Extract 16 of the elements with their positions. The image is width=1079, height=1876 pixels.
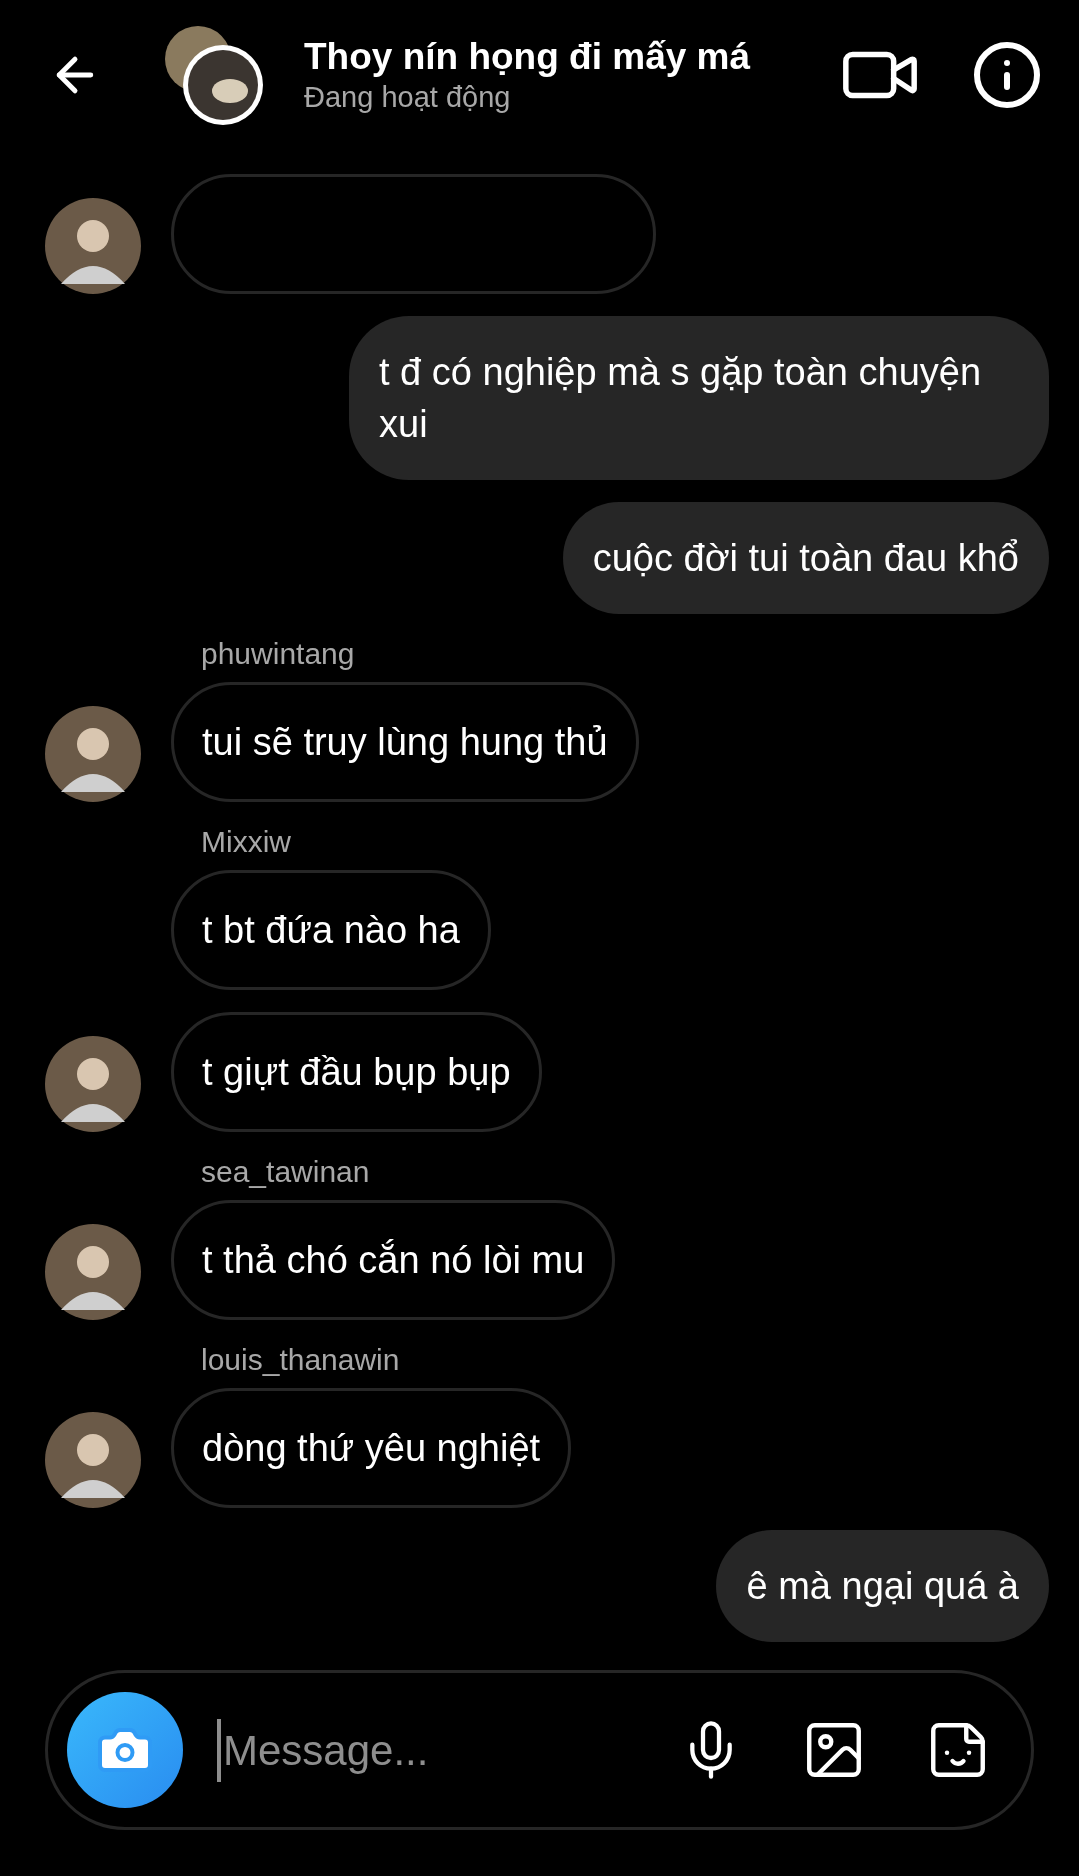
chat-title: Thoy nín họng đi mấy má (304, 35, 752, 79)
message-bubble: dòng thứ yêu nghiệt (171, 1388, 572, 1508)
info-icon[interactable] (971, 39, 1043, 111)
message-bubble: tui sẽ truy lùng hung thủ (171, 682, 639, 802)
sender-name: sea_tawinan (200, 1154, 371, 1190)
message-bubble: cuộc đời tui toàn đau khổ (562, 502, 1049, 614)
message-bubble: t bt đứa nào ha (171, 870, 491, 990)
message-input[interactable]: Message... (217, 1718, 659, 1782)
message-bubble: t thả chó cắn nó lòi mu (171, 1200, 616, 1320)
message-bubble: ê mà ngại quá à (716, 1530, 1049, 1642)
message-bubble: t giựt đầu bụp bụp (171, 1012, 542, 1132)
sender-name: Mixxiw (200, 824, 292, 860)
sender-name: louis_thanawin (200, 1342, 401, 1378)
active-status: Đang hoạt động (304, 80, 512, 115)
message-bubble: t đ có nghiệp mà s gặp toàn chuyện xui (349, 316, 1049, 480)
sender-name: phuwintang (200, 636, 356, 672)
